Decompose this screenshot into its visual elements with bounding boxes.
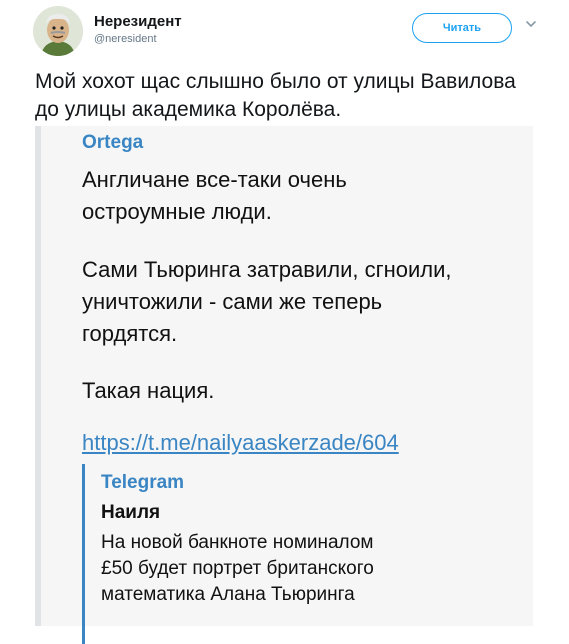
tweet-header: Нерезидент @neresident Читать [0,0,569,62]
avatar[interactable] [33,6,83,56]
quote-paragraph: Сами Тьюринга затравили, сгноили, уничто… [82,257,452,346]
tweet-text: Мой хохот щас слышно было от улицы Вавил… [35,70,516,121]
preview-text: На новой банкноте номиналом £50 будет по… [101,532,374,605]
preview-title: Наиля [101,502,161,523]
quote-source: Ortega [82,132,144,153]
quote-paragraph: Англичане все-таки очень остроумные люди… [82,167,347,224]
avatar-cartoon-icon [33,6,83,56]
author-name[interactable]: Нерезидент [94,13,182,30]
author-handle[interactable]: @neresident [94,33,157,45]
follow-button[interactable]: Читать [412,13,512,43]
link-preview[interactable]: Telegram Наиля На новой банкноте номинал… [82,464,505,644]
chevron-down-icon[interactable] [524,17,538,31]
quote-paragraph: Такая нация. [82,378,215,403]
quoted-image[interactable]: Ortega Англичане все-таки очень остроумн… [35,126,533,644]
preview-source: Telegram [101,472,185,493]
telegram-link[interactable]: https://t.me/nailyaaskerzade/604 [82,430,399,456]
